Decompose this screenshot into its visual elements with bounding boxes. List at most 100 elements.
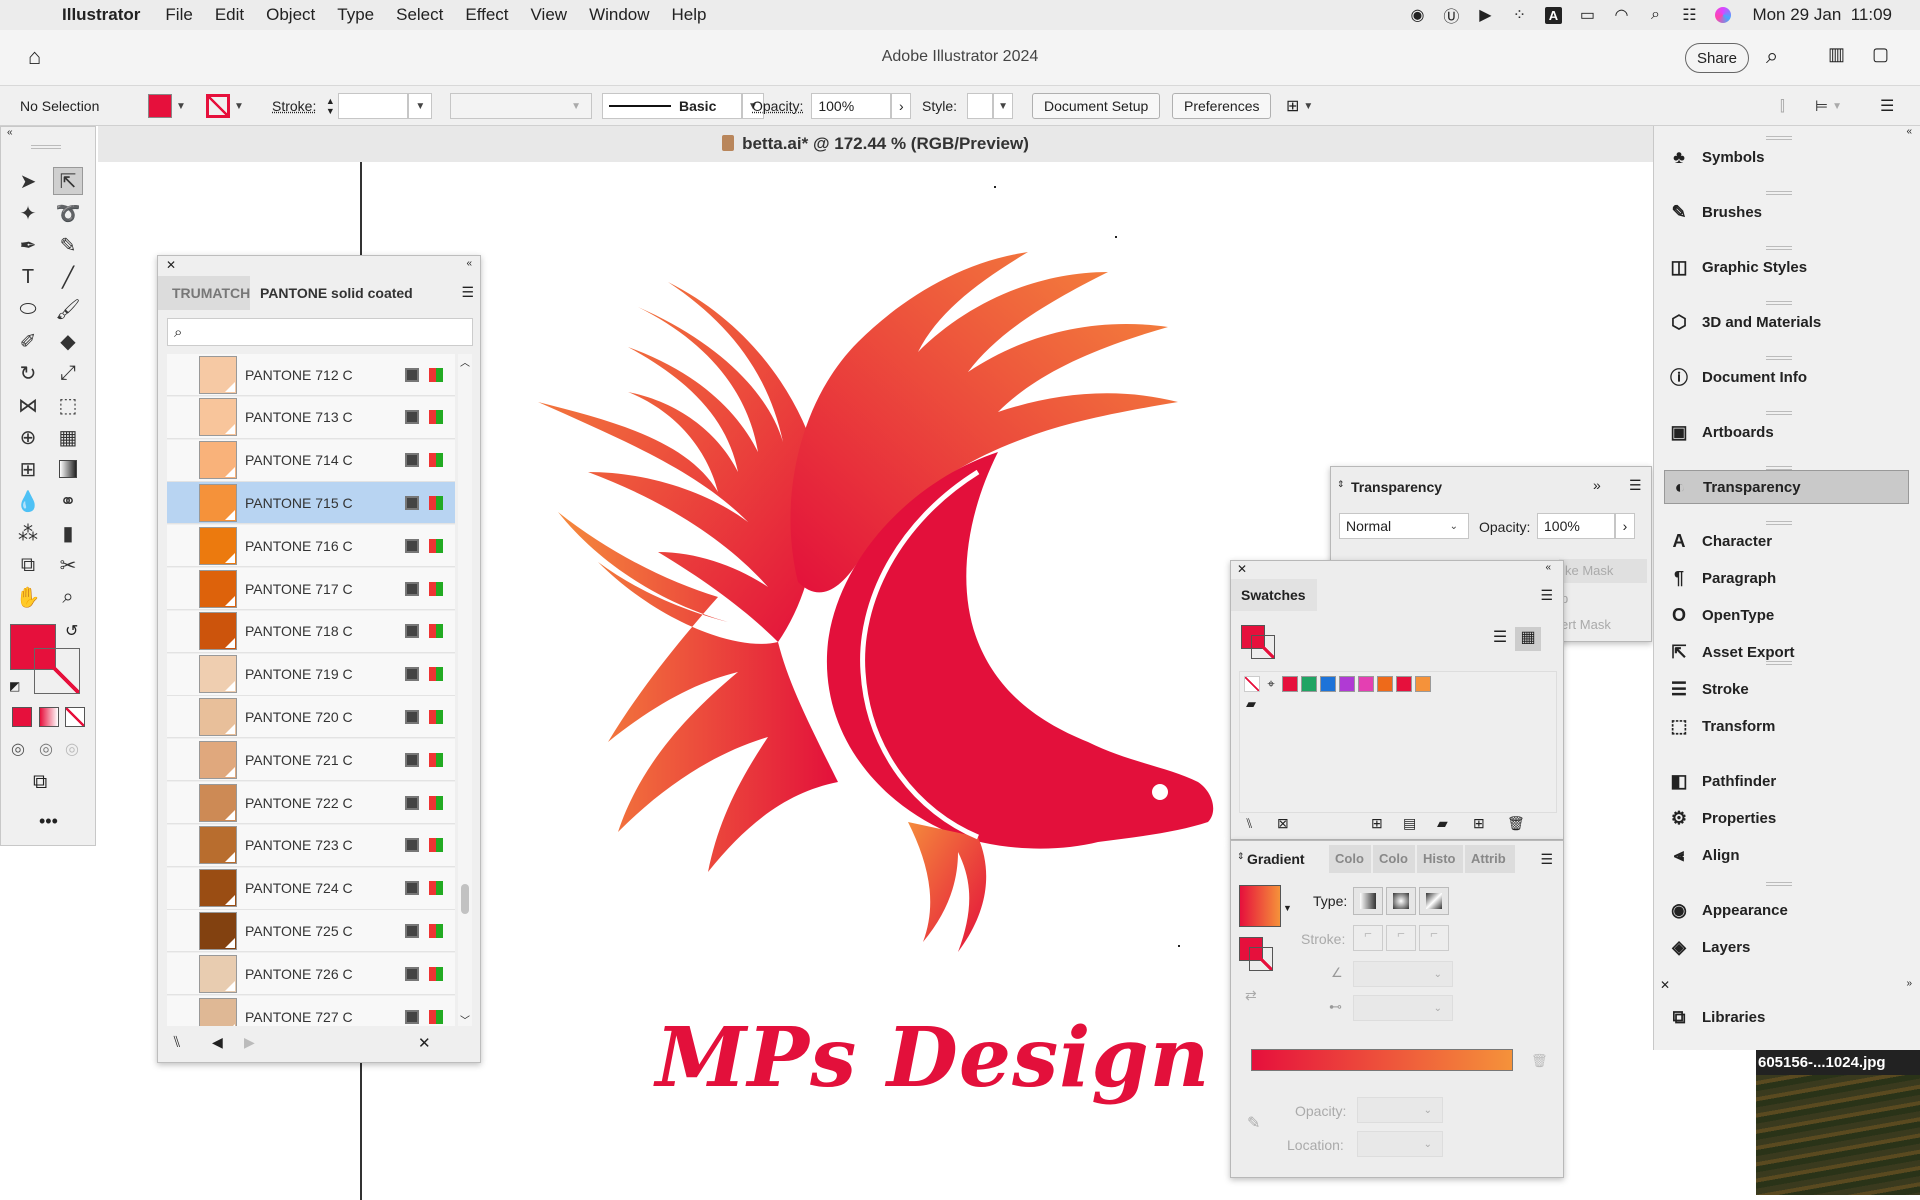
menu-help[interactable]: Help (661, 5, 718, 25)
distribute-icon[interactable]: ⊨ (1815, 97, 1828, 115)
mesh-tool-icon[interactable]: ⊞ (13, 455, 43, 483)
dock-item-character[interactable]: A Character (1664, 524, 1909, 558)
dock-item-graphic-styles[interactable]: ◫ Graphic Styles (1664, 250, 1909, 284)
list-item[interactable]: PANTONE 727 C (167, 996, 455, 1026)
stroke-weight-field[interactable] (338, 93, 409, 119)
document-setup-button[interactable]: Document Setup (1032, 93, 1161, 119)
stroke-swatch[interactable] (206, 94, 230, 118)
list-item[interactable]: PANTONE 719 C (167, 653, 455, 696)
stroke-across-button[interactable]: ⌐ (1419, 925, 1449, 951)
radial-gradient-button[interactable] (1386, 887, 1416, 915)
stroke-weight-dropdown[interactable]: ▼ (408, 93, 433, 119)
control-center-icon[interactable]: ☷ (1672, 0, 1706, 30)
eraser-tool-icon[interactable]: ◆ (53, 327, 83, 355)
screen-mode-icon[interactable]: ⧉ (33, 771, 47, 794)
play-icon[interactable]: ▶ (1468, 0, 1502, 30)
scroll-down-icon[interactable]: ﹀ (460, 1012, 470, 1027)
menu-window[interactable]: Window (578, 5, 660, 25)
none-swatch[interactable] (1244, 676, 1260, 692)
gradient-mode-icon[interactable] (39, 707, 59, 727)
app-menu[interactable]: Illustrator (46, 5, 154, 25)
input-source-icon[interactable]: A (1536, 0, 1570, 30)
dock-item-libraries[interactable]: ⧉ Libraries (1664, 1000, 1909, 1034)
panel-collapse-icon[interactable]: « (7, 127, 13, 138)
line-tool-icon[interactable]: ╱ (53, 263, 83, 291)
next-library-icon[interactable]: ▶ (244, 1034, 255, 1051)
list-item[interactable]: PANTONE 726 C (167, 953, 455, 996)
brush-definition[interactable]: Basic (602, 93, 742, 119)
upwork-icon[interactable]: Ⓤ (1434, 0, 1468, 30)
new-group-icon[interactable]: ▰ (1437, 815, 1448, 832)
dock-item-align[interactable]: ⫷ Align (1664, 838, 1909, 872)
list-item[interactable]: PANTONE 720 C (167, 696, 455, 739)
siri-icon[interactable] (1706, 0, 1740, 30)
direct-selection-tool-icon[interactable]: ⇱ (53, 167, 83, 195)
list-item[interactable]: PANTONE 716 C (167, 525, 455, 568)
invert-mask-checkbox[interactable]: ert Mask (1561, 617, 1611, 632)
default-colors-icon[interactable]: ◩ (9, 679, 20, 693)
tab-color-guide[interactable]: Colo (1373, 845, 1415, 873)
menu-view[interactable]: View (520, 5, 579, 25)
opacity-label[interactable]: Opacity: (752, 98, 803, 114)
menu-edit[interactable]: Edit (204, 5, 255, 25)
list-item[interactable]: PANTONE 718 C (167, 610, 455, 653)
scale-tool-icon[interactable]: ⤢ (53, 359, 83, 387)
swatch-libraries-icon[interactable]: ⑊ (1245, 815, 1253, 831)
fill-swatch[interactable] (148, 94, 172, 118)
draw-behind-icon[interactable]: ◎ (39, 739, 53, 759)
recolor-icon[interactable]: ⊞ (1286, 96, 1299, 116)
swatch-chip[interactable] (1339, 676, 1355, 692)
panel-group-grip[interactable] (1766, 661, 1792, 665)
list-view-icon[interactable]: ☰ (1487, 627, 1513, 651)
shape-builder-tool-icon[interactable]: ⊕ (13, 423, 43, 451)
workspace-icon[interactable]: ▥ (1828, 44, 1845, 65)
dock-item-transparency[interactable]: ◐ Transparency (1664, 470, 1909, 504)
hand-tool-icon[interactable]: ✋ (13, 583, 43, 611)
creative-cloud-icon[interactable]: ◉ (1400, 0, 1434, 30)
stroke-within-button[interactable]: ⌐ (1353, 925, 1383, 951)
free-transform-tool-icon[interactable]: ⬚ (53, 391, 83, 419)
freeform-gradient-button[interactable] (1419, 887, 1449, 915)
swatch-chip[interactable] (1320, 676, 1336, 692)
expand-icon[interactable]: ⇕ (1237, 851, 1245, 862)
search-icon[interactable]: ⌕ (1638, 0, 1672, 30)
collapse-icon[interactable]: « (1906, 126, 1912, 137)
gradient-slider[interactable] (1251, 1049, 1513, 1071)
dock-item-document-info[interactable]: ⓘ Document Info (1664, 360, 1909, 394)
artboard-tool-icon[interactable]: ⧉ (13, 551, 43, 579)
panel-grip[interactable] (31, 145, 61, 149)
symbol-sprayer-tool-icon[interactable]: ⁂ (13, 519, 43, 547)
dock-item-paragraph[interactable]: ¶ Paragraph (1664, 561, 1909, 595)
swatch-chip[interactable] (1415, 676, 1431, 692)
battery-icon[interactable]: ▭ (1570, 0, 1604, 30)
close-icon[interactable]: ✕ (1660, 978, 1670, 992)
desktop-file[interactable]: 605156-...1024.jpg (1756, 1050, 1920, 1200)
preferences-button[interactable]: Preferences (1172, 93, 1272, 119)
panel-group-grip[interactable] (1766, 136, 1792, 140)
blend-tool-icon[interactable]: ⚭ (53, 487, 83, 515)
list-item[interactable]: PANTONE 721 C (167, 739, 455, 782)
swatch-chip[interactable] (1301, 676, 1317, 692)
panel-group-grip[interactable] (1766, 882, 1792, 886)
collapse-icon[interactable]: « (466, 258, 472, 269)
dock-item-pathfinder[interactable]: ◧ Pathfinder (1664, 764, 1909, 798)
dock-item-artboards[interactable]: ▣ Artboards (1664, 415, 1909, 449)
new-swatch-icon[interactable]: ⊞ (1473, 815, 1485, 832)
angle-field[interactable]: ⌄ (1353, 961, 1453, 987)
list-item[interactable]: PANTONE 712 C (167, 354, 455, 396)
gradient-tool-icon[interactable] (53, 455, 83, 483)
search-input[interactable]: ⌕ (167, 318, 473, 346)
tab-histogram[interactable]: Histo (1417, 845, 1463, 873)
eyedropper-tool-icon[interactable]: 💧 (13, 487, 43, 515)
list-item[interactable]: PANTONE 724 C (167, 867, 455, 910)
grid-view-icon[interactable]: ▦ (1515, 627, 1541, 651)
list-item[interactable]: PANTONE 713 C (167, 396, 455, 439)
folder-icon[interactable]: ▰ (1246, 696, 1256, 712)
color-group-icon[interactable]: ⊞ (1371, 815, 1383, 832)
slice-tool-icon[interactable]: ✂ (53, 551, 83, 579)
chevron-down-icon[interactable]: ▼ (1299, 101, 1317, 112)
menu-select[interactable]: Select (385, 5, 454, 25)
panel-group-grip[interactable] (1766, 356, 1792, 360)
dock-item-symbols[interactable]: ♣ Symbols (1664, 140, 1909, 174)
wifi-icon[interactable]: ◠ (1604, 0, 1638, 30)
